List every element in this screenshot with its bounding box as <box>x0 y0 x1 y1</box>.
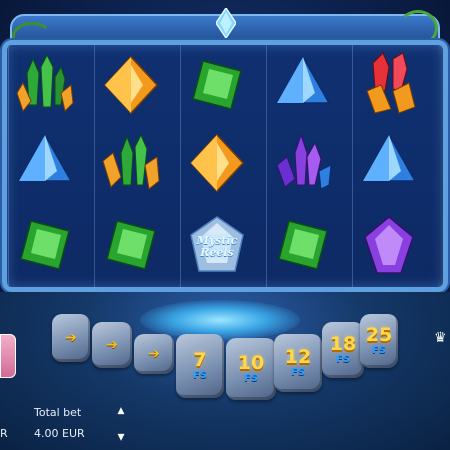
symbol-green-gem <box>10 210 80 280</box>
symbol-blue-diamond <box>268 50 338 120</box>
mystic-reels-logo-text: Mystic Reels <box>197 235 238 259</box>
free-spins-step-1: 7 FS <box>176 334 224 398</box>
symbol-orange-diamond <box>96 50 166 120</box>
free-spins-label: FS <box>290 367 306 378</box>
free-spins-count: 10 <box>237 352 265 374</box>
free-spins-count: 12 <box>284 346 312 368</box>
triangle-up-icon[interactable]: ▲ <box>116 406 126 416</box>
free-spins-step-2: 10 FS <box>226 338 276 400</box>
stone-arrow-1: ➔ <box>52 314 90 362</box>
clipped-left-text: R <box>0 427 8 440</box>
free-spins-step-3: 12 FS <box>274 334 322 392</box>
arrow-right-icon: ➔ <box>106 337 118 353</box>
triangle-down-icon[interactable]: ▲ <box>116 432 126 442</box>
total-bet-value: 4.00 EUR <box>34 427 85 440</box>
symbol-blue-diamond <box>10 128 80 198</box>
free-spins-label: FS <box>335 354 351 365</box>
free-spins-count: 25 <box>365 324 393 346</box>
symbol-green-gem <box>96 210 166 280</box>
free-spins-label: FS <box>192 370 208 381</box>
symbol-green-crystal-cluster <box>10 50 80 120</box>
symbol-purple-crystal-cluster <box>268 128 338 198</box>
symbol-mystic-reels-logo: Mystic Reels <box>182 212 252 282</box>
free-spins-label: FS <box>243 373 259 384</box>
symbol-blue-diamond <box>354 128 424 198</box>
arrow-right-icon: ➔ <box>65 330 77 346</box>
left-side-button[interactable] <box>0 334 16 378</box>
free-spins-label: FS <box>371 345 387 356</box>
stone-arrow-3: ➔ <box>134 334 174 374</box>
free-spins-count: 7 <box>193 349 207 371</box>
top-gem-icon <box>216 8 236 38</box>
stone-arrow-2: ➔ <box>92 322 132 368</box>
symbol-orange-diamond <box>182 128 252 198</box>
symbol-purple-gem <box>354 210 424 280</box>
symbol-orange-green-crystal-cluster <box>96 128 166 198</box>
free-spins-count: 18 <box>329 333 357 355</box>
logo-line-2: Reels <box>200 246 234 259</box>
total-bet-label: Total bet <box>34 406 82 419</box>
symbol-green-gem <box>268 210 338 280</box>
free-spins-step-4: 18 FS <box>322 322 364 378</box>
symbol-red-orange-crystal-cluster <box>354 48 424 118</box>
arrow-right-icon: ➔ <box>148 346 160 362</box>
free-spins-step-5: 25 FS <box>360 314 398 368</box>
crystal-menu-icon[interactable]: ♛ <box>434 330 450 350</box>
symbol-green-gem <box>182 50 252 120</box>
